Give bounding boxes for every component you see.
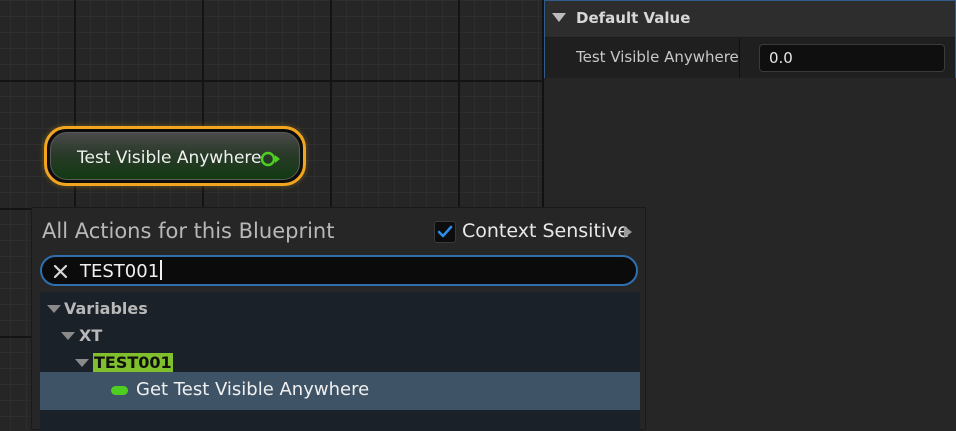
variable-get-node[interactable]: Test Visible Anywhere bbox=[44, 126, 306, 186]
menu-title: All Actions for this Blueprint bbox=[42, 219, 335, 243]
expand-arrow-icon[interactable] bbox=[61, 332, 75, 340]
text-caret bbox=[160, 260, 163, 280]
search-input[interactable]: TEST001 bbox=[40, 255, 638, 286]
search-match-highlight: TEST001 bbox=[93, 353, 173, 372]
tree-category-label: Variables bbox=[64, 299, 148, 318]
context-sensitive-checkbox[interactable] bbox=[434, 221, 456, 243]
action-item-label: Get Test Visible Anywhere bbox=[136, 379, 370, 400]
action-menu-popup: All Actions for this Blueprint Context S… bbox=[31, 207, 646, 431]
expand-arrow-icon[interactable] bbox=[47, 305, 61, 313]
property-row: Test Visible Anywhere bbox=[545, 38, 955, 78]
expand-arrow-icon[interactable] bbox=[75, 359, 89, 367]
section-header[interactable]: Default Value bbox=[545, 1, 955, 37]
default-value-section: Default Value Test Visible Anywhere bbox=[544, 0, 956, 78]
variable-pill-icon bbox=[111, 386, 128, 395]
collapse-arrow-icon[interactable] bbox=[552, 13, 566, 22]
tree-subcategory-label: XT bbox=[79, 326, 103, 345]
column-splitter[interactable] bbox=[739, 38, 740, 78]
action-item-get-variable[interactable]: Get Test Visible Anywhere bbox=[40, 372, 640, 410]
context-sensitive-label[interactable]: Context Sensitive bbox=[462, 220, 629, 242]
output-pin-icon[interactable] bbox=[260, 150, 282, 168]
variable-node-label: Test Visible Anywhere bbox=[77, 148, 262, 168]
property-label: Test Visible Anywhere bbox=[576, 48, 739, 66]
clear-search-icon[interactable] bbox=[52, 263, 69, 280]
action-tree[interactable]: Variables XT TEST001 Get Test Visible An… bbox=[40, 292, 640, 431]
expand-arrow-icon[interactable] bbox=[624, 226, 632, 238]
checkmark-icon bbox=[437, 225, 453, 238]
tree-subcategory-row[interactable]: XT bbox=[40, 323, 640, 350]
section-title: Default Value bbox=[576, 9, 691, 27]
tree-category-row[interactable]: Variables bbox=[40, 296, 640, 323]
tree-group-label: TEST001 bbox=[93, 353, 173, 372]
search-text[interactable]: TEST001 bbox=[80, 260, 163, 282]
search-value: TEST001 bbox=[80, 261, 160, 282]
default-value-input[interactable] bbox=[759, 44, 945, 72]
